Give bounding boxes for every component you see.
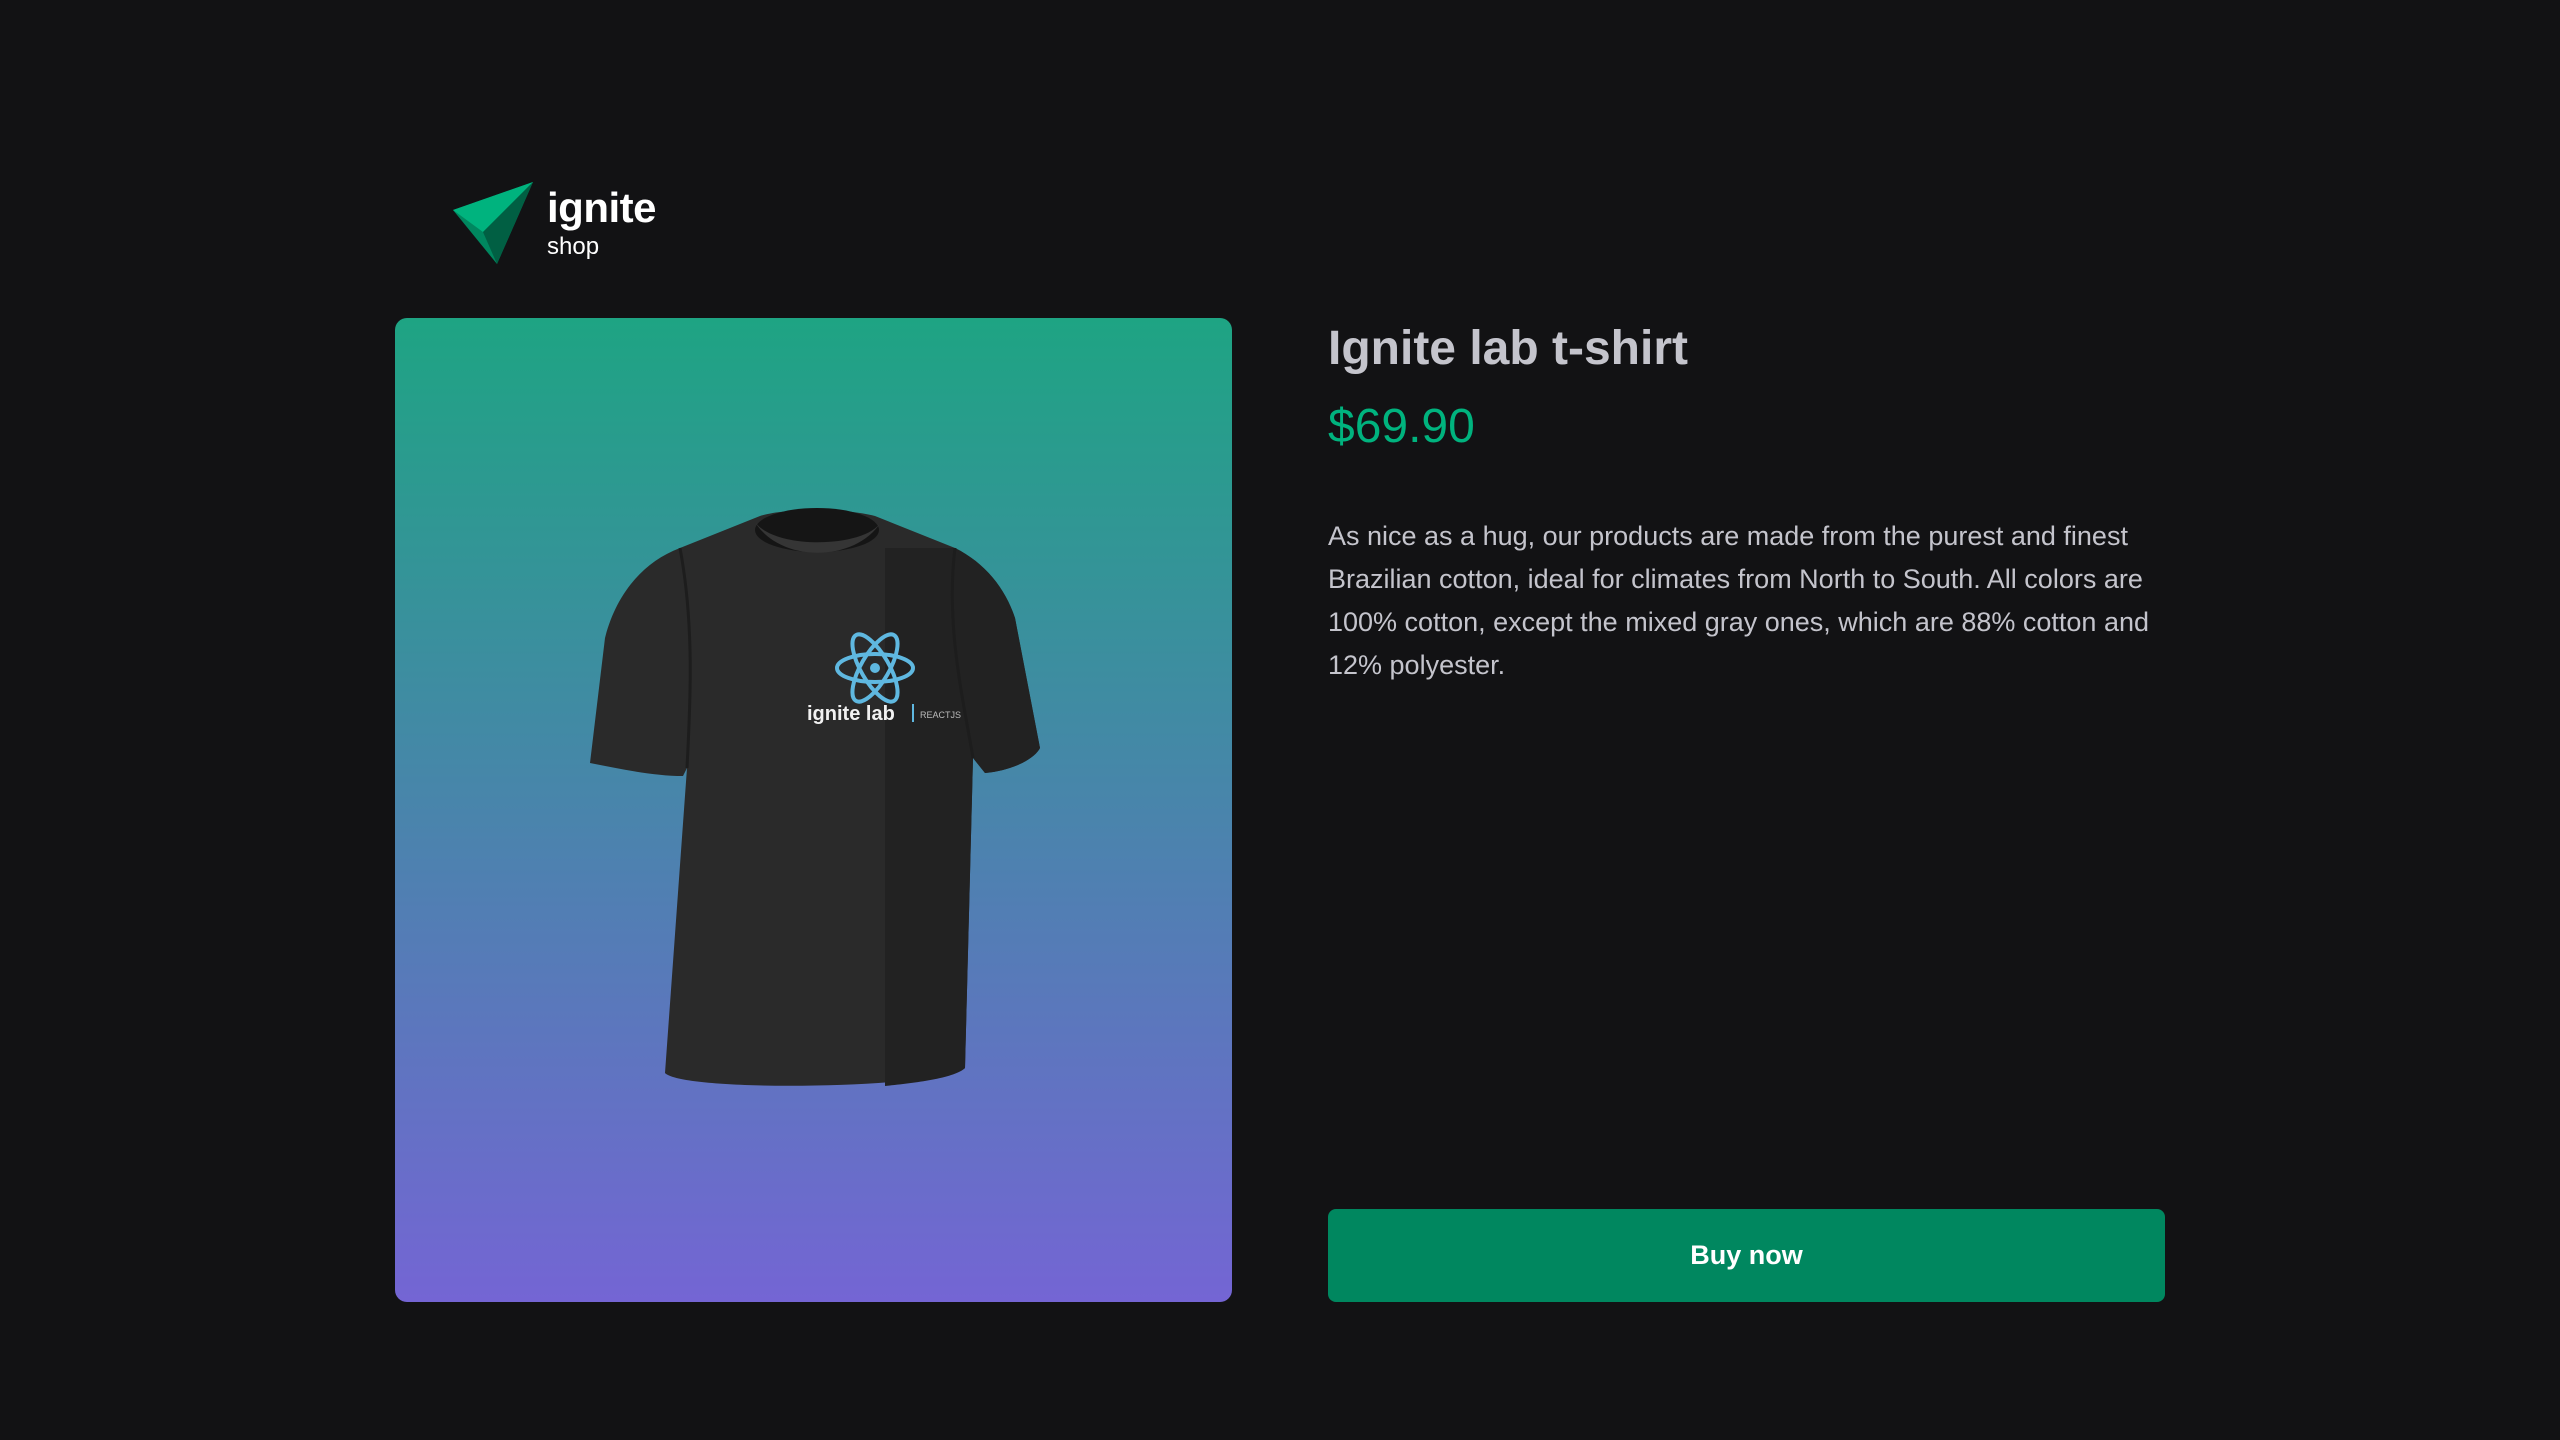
shirt-print-tag: REACTJS [920, 710, 961, 720]
product-price: $69.90 [1328, 400, 1475, 454]
product-details: Ignite lab t-shirt $69.90 As nice as a h… [1328, 318, 2165, 1302]
product-page: ignite shop ignite lab REACTJS Ignite la… [0, 0, 2560, 1440]
product-title: Ignite lab t-shirt [1328, 322, 1688, 375]
buy-now-button[interactable]: Buy now [1328, 1209, 2165, 1302]
tshirt-image: ignite lab REACTJS [590, 508, 1040, 1086]
header: ignite shop [453, 182, 657, 264]
logo-title: ignite [547, 184, 657, 231]
logo-text: ignite shop [547, 184, 657, 260]
paper-plane-logo-icon [453, 182, 533, 264]
shirt-print-text: ignite lab [807, 703, 895, 725]
product-description: As nice as a hug, our products are made … [1328, 520, 2149, 681]
logo-subtitle: shop [547, 233, 600, 260]
product-image-container: ignite lab REACTJS [395, 318, 1232, 1302]
logo-link[interactable]: ignite shop [453, 182, 657, 264]
